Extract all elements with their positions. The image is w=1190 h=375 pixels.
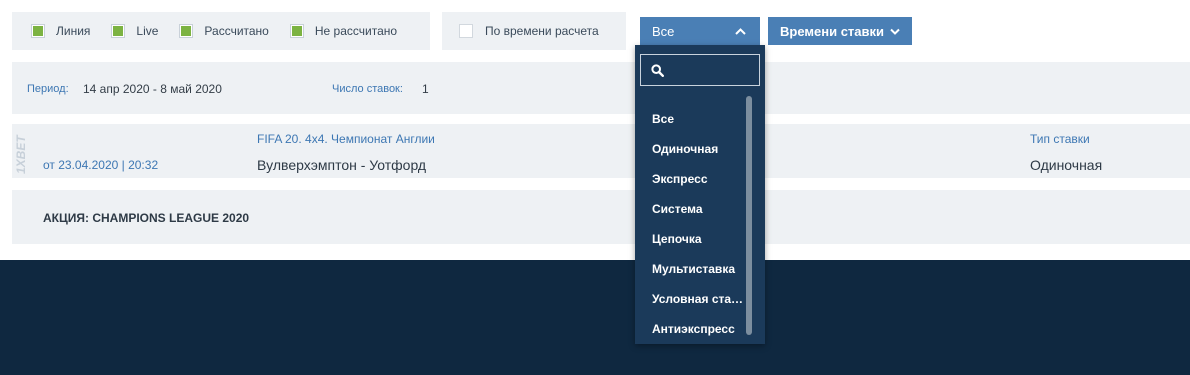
- filter-settled-checkbox[interactable]: Рассчитано: [179, 24, 269, 38]
- checkbox-unchecked-icon[interactable]: [459, 24, 473, 38]
- period-summary-bar: Период: 14 апр 2020 - 8 май 2020 Число с…: [12, 62, 1190, 114]
- by-settlement-time-label: По времени расчета: [485, 24, 599, 38]
- bet-type-dropdown-button[interactable]: Все: [640, 17, 760, 45]
- filter-live-label: Live: [136, 24, 159, 38]
- filter-live-checkbox[interactable]: Live: [111, 24, 158, 38]
- filter-settled-label: Рассчитано: [204, 24, 269, 38]
- sort-by-bet-time-button[interactable]: Времени ставки: [768, 17, 912, 45]
- checkbox-checked-icon[interactable]: [289, 24, 304, 38]
- bet-championship: FIFA 20. 4x4. Чемпионат Англии: [257, 132, 435, 146]
- dropdown-option-conditional[interactable]: Условная ставка: [652, 292, 744, 306]
- sort-button-label: Времени ставки: [780, 23, 885, 39]
- by-settlement-time-checkbox[interactable]: По времени расчета: [442, 12, 626, 50]
- checkbox-checked-icon[interactable]: [31, 24, 45, 38]
- brand-logo: 1XBET: [14, 134, 28, 174]
- bet-status-filters: Линия Live Рассчитано Не рассчитано: [12, 12, 430, 50]
- dropdown-search-input[interactable]: [640, 54, 760, 86]
- bet-count-label: Число ставок:: [332, 83, 403, 95]
- promo-title: АКЦИЯ: CHAMPIONS LEAGUE 2020: [43, 211, 250, 225]
- search-icon: [651, 64, 664, 77]
- checkbox-checked-icon[interactable]: [111, 24, 126, 38]
- bet-type-header: Тип ставки: [1030, 132, 1090, 146]
- promo-banner: АКЦИЯ: CHAMPIONS LEAGUE 2020: [12, 190, 1190, 244]
- bet-history-row[interactable]: 1XBET от 23.04.2020 | 20:32 FIFA 20. 4x4…: [12, 124, 1190, 178]
- dropdown-option-chain[interactable]: Цепочка: [652, 232, 744, 246]
- checkbox-checked-icon[interactable]: [179, 24, 194, 38]
- dropdown-scrollbar[interactable]: [746, 96, 752, 335]
- bet-type-selected-label: Все: [652, 23, 675, 39]
- page-footer: [0, 260, 1190, 375]
- chevron-down-icon: [890, 28, 900, 35]
- filter-unsettled-checkbox[interactable]: Не рассчитано: [289, 24, 398, 38]
- filter-line-checkbox[interactable]: Линия: [31, 24, 90, 38]
- period-label: Период:: [27, 83, 69, 95]
- dropdown-option-all[interactable]: Все: [652, 112, 744, 126]
- filter-line-label: Линия: [56, 24, 91, 38]
- bet-type-value: Одиночная: [1030, 157, 1103, 173]
- dropdown-option-express[interactable]: Экспресс: [652, 172, 744, 186]
- bet-count-value: 1: [422, 82, 429, 96]
- bet-type-dropdown-menu: Все Одиночная Экспресс Система Цепочка М…: [635, 45, 765, 344]
- dropdown-option-system[interactable]: Система: [652, 202, 744, 216]
- svg-text:1XBET: 1XBET: [14, 134, 28, 174]
- period-value: 14 апр 2020 - 8 май 2020: [83, 82, 222, 96]
- bet-match: Вулверхэмптон - Уотфорд: [257, 157, 427, 173]
- filter-unsettled-label: Не рассчитано: [314, 24, 398, 38]
- bet-date: от 23.04.2020 | 20:32: [43, 158, 159, 172]
- dropdown-option-single[interactable]: Одиночная: [652, 142, 744, 156]
- dropdown-option-multibet[interactable]: Мультиставка: [652, 262, 744, 276]
- chevron-up-icon: [735, 27, 746, 35]
- dropdown-option-antiexpress[interactable]: Антиэкспресс: [652, 322, 744, 336]
